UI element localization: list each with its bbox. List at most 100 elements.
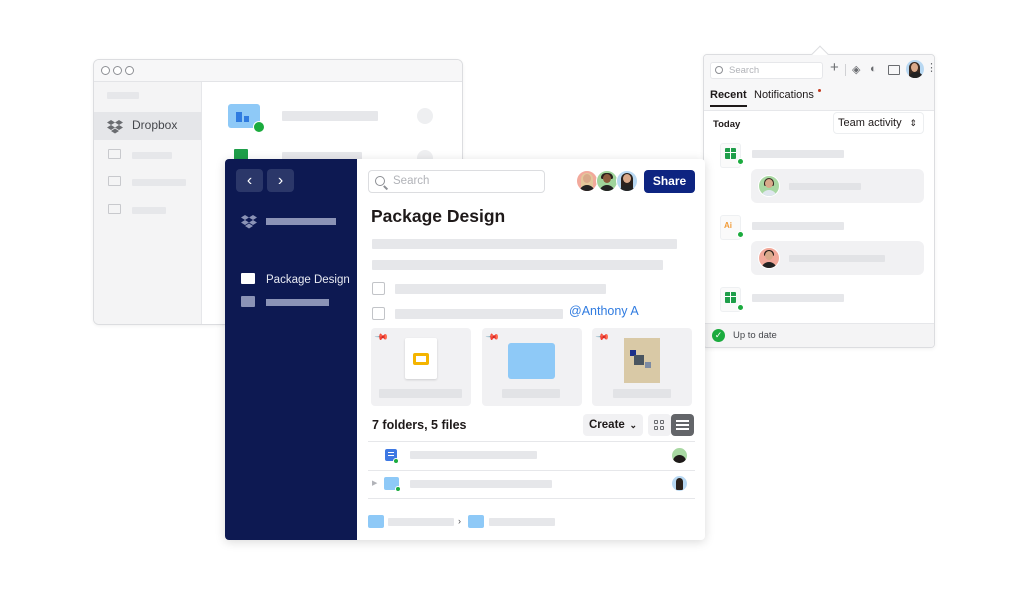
search-placeholder: Search bbox=[393, 175, 430, 187]
file-name-placeholder bbox=[613, 389, 671, 398]
file-name-placeholder bbox=[410, 451, 537, 459]
suggested-file-card[interactable]: 📌 bbox=[482, 328, 582, 406]
chevron-right-icon: › bbox=[458, 516, 461, 526]
dropbox-folder-icon[interactable] bbox=[368, 515, 384, 528]
nav-sidebar: ‹ › Package Design bbox=[225, 159, 357, 540]
sync-status-text: Up to date bbox=[733, 330, 777, 341]
folder-icon bbox=[108, 176, 121, 186]
divider bbox=[368, 498, 695, 499]
cloud-icon[interactable] bbox=[417, 108, 433, 124]
folder-icon bbox=[241, 296, 255, 307]
nav-item-dropbox[interactable] bbox=[266, 218, 336, 225]
add-icon[interactable]: + bbox=[830, 59, 839, 76]
synced-check-icon bbox=[393, 458, 399, 464]
folder-icon bbox=[508, 343, 555, 379]
file-name-placeholder bbox=[282, 111, 378, 121]
avatar bbox=[672, 448, 687, 463]
task-placeholder bbox=[395, 309, 563, 319]
folder-icon bbox=[108, 204, 121, 214]
minimize-window-button[interactable] bbox=[113, 66, 122, 75]
pin-icon[interactable]: 📌 bbox=[595, 330, 610, 346]
create-label: Create bbox=[589, 419, 625, 431]
folder-name-placeholder bbox=[410, 480, 552, 488]
list-view-toggle[interactable] bbox=[671, 414, 694, 436]
dropbox-icon bbox=[107, 120, 123, 134]
comment-placeholder bbox=[789, 183, 861, 190]
team-activity-select[interactable]: Team activity ⇕ bbox=[833, 112, 924, 134]
panel-header: Search + ◈ ◐ ⋮ Recent Notifications bbox=[704, 55, 937, 111]
task-checkbox[interactable] bbox=[372, 307, 385, 320]
comment-bubble[interactable] bbox=[751, 169, 924, 203]
toolbar-divider bbox=[845, 64, 846, 76]
activity-title-placeholder bbox=[752, 294, 844, 302]
sidebar-item-placeholder[interactable] bbox=[132, 207, 166, 214]
file-name-placeholder bbox=[379, 389, 462, 398]
breadcrumb-placeholder[interactable] bbox=[388, 518, 454, 526]
avatar[interactable] bbox=[576, 170, 598, 192]
share-button[interactable]: Share bbox=[644, 170, 695, 193]
sync-status-bar: ✓ Up to date bbox=[704, 323, 934, 347]
close-window-button[interactable] bbox=[101, 66, 110, 75]
activity-title-placeholder bbox=[752, 222, 844, 230]
panel-search-input[interactable]: Search bbox=[710, 62, 823, 79]
suggested-file-card[interactable]: 📌 bbox=[371, 328, 471, 406]
commenter-avatar bbox=[758, 247, 780, 269]
search-icon bbox=[375, 176, 385, 186]
pin-icon[interactable]: 📌 bbox=[374, 330, 389, 346]
synced-check-icon bbox=[395, 486, 401, 492]
tab-notifications[interactable]: Notifications bbox=[754, 89, 814, 101]
pin-icon[interactable]: 📌 bbox=[485, 330, 500, 346]
grid-view-toggle[interactable] bbox=[648, 414, 671, 436]
select-value: Team activity bbox=[838, 117, 902, 129]
chevron-updown-icon: ⇕ bbox=[909, 118, 917, 128]
check-circle-icon: ✓ bbox=[712, 329, 725, 342]
back-button[interactable]: ‹ bbox=[236, 169, 263, 192]
breadcrumb-placeholder[interactable] bbox=[489, 518, 555, 526]
divider bbox=[368, 441, 695, 442]
description-placeholder bbox=[372, 260, 663, 270]
dropbox-icon bbox=[241, 215, 257, 229]
section-label: Today bbox=[713, 119, 741, 130]
page-title: Package Design bbox=[371, 206, 506, 226]
slides-file-icon bbox=[405, 338, 437, 379]
synced-check-icon bbox=[737, 158, 744, 165]
sidebar-item-placeholder[interactable] bbox=[132, 179, 186, 186]
user-avatar[interactable] bbox=[906, 60, 924, 78]
suggested-file-card[interactable]: 📌 bbox=[592, 328, 692, 406]
forward-button[interactable]: › bbox=[267, 169, 294, 192]
main-window: ‹ › Package Design Search Share Package … bbox=[225, 159, 705, 540]
nav-item-placeholder[interactable] bbox=[266, 299, 329, 306]
team-folder-icon[interactable] bbox=[468, 515, 484, 528]
zoom-window-button[interactable] bbox=[125, 66, 134, 75]
activity-title-placeholder bbox=[752, 150, 844, 158]
avatar[interactable] bbox=[596, 170, 618, 192]
sidebar-heading-placeholder bbox=[107, 92, 139, 99]
finder-titlebar bbox=[94, 60, 462, 82]
comment-bubble[interactable] bbox=[751, 241, 924, 275]
synced-check-icon bbox=[737, 304, 744, 311]
tab-recent[interactable]: Recent bbox=[710, 89, 747, 107]
mention-link[interactable]: @Anthony A bbox=[569, 304, 639, 318]
layers-icon[interactable]: ◈ bbox=[852, 63, 860, 76]
chevron-down-icon: ⌄ bbox=[629, 420, 637, 430]
sidebar-item-placeholder[interactable] bbox=[132, 152, 172, 159]
search-input[interactable]: Search bbox=[368, 170, 545, 193]
unread-indicator bbox=[818, 89, 821, 92]
image-thumbnail bbox=[624, 338, 660, 383]
file-name-placeholder bbox=[502, 389, 560, 398]
avatar bbox=[672, 476, 687, 491]
folder-icon[interactable] bbox=[888, 65, 900, 75]
avatar[interactable] bbox=[616, 170, 638, 192]
create-button[interactable]: Create ⌄ bbox=[583, 414, 643, 436]
search-placeholder: Search bbox=[729, 65, 760, 76]
illustrator-label: Ai bbox=[724, 221, 732, 230]
more-options-icon[interactable]: ⋮ bbox=[926, 61, 937, 74]
finder-sidebar: Dropbox bbox=[94, 82, 202, 324]
sidebar-item-label: Dropbox bbox=[132, 118, 178, 132]
task-checkbox[interactable] bbox=[372, 282, 385, 295]
globe-icon[interactable]: ◐ bbox=[870, 63, 877, 75]
activity-panel: Search + ◈ ◐ ⋮ Recent Notifications Toda… bbox=[703, 45, 937, 348]
expand-arrow-icon[interactable]: ▶ bbox=[372, 479, 377, 487]
nav-item-label: Package Design bbox=[266, 274, 350, 286]
search-icon bbox=[715, 66, 723, 74]
